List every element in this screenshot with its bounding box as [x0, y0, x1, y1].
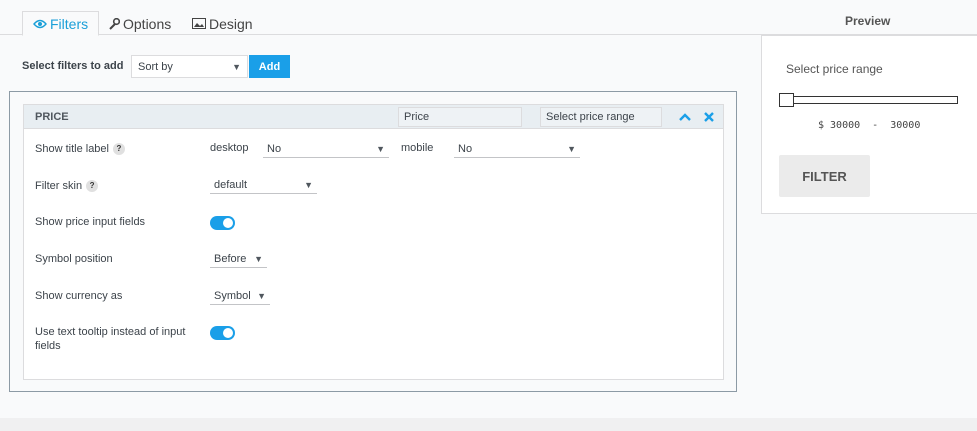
caret-down-icon: ▼: [232, 61, 241, 72]
tab-label: Design: [209, 15, 253, 32]
footer-band: [0, 418, 977, 431]
preview-title: Preview: [845, 14, 891, 28]
tab-label: Filters: [50, 15, 89, 32]
row-label-text: Filter skin: [35, 180, 83, 192]
collapse-chevron-up-icon[interactable]: [678, 110, 692, 124]
toggle-knob: [223, 218, 233, 228]
filter-subtitle-input[interactable]: Select price range: [540, 107, 662, 127]
preview-range-label: Select price range: [786, 62, 883, 76]
price-slider-track[interactable]: [780, 96, 958, 104]
show-title-label-label: Show title label?: [35, 142, 125, 156]
tab-filters[interactable]: Filters: [22, 11, 100, 36]
tab-label: Options: [123, 15, 172, 32]
help-icon[interactable]: ?: [113, 143, 125, 155]
currency-display-value: Symbol: [214, 289, 251, 302]
currency-display-select[interactable]: Symbol ▼: [210, 287, 270, 305]
text-tooltip-toggle[interactable]: [210, 326, 235, 340]
show-price-inputs-toggle[interactable]: [210, 216, 235, 230]
add-filter-button[interactable]: Add: [249, 55, 290, 78]
select-filters-label: Select filters to add: [22, 60, 124, 72]
mobile-label: mobile: [401, 142, 434, 154]
toggle-knob: [223, 328, 233, 338]
row-label-text: Show title label: [35, 143, 109, 155]
eye-icon: [33, 19, 47, 29]
tab-design[interactable]: Design: [192, 11, 253, 36]
tab-options[interactable]: Options: [108, 11, 171, 36]
symbol-position-value: Before: [214, 252, 247, 265]
remove-filter-close-icon[interactable]: [702, 110, 716, 124]
mobile-title-value: No: [458, 142, 473, 155]
filter-skin-value: default: [214, 178, 248, 191]
text-tooltip-label: Use text tooltip instead of input fields: [35, 326, 186, 352]
symbol-position-label: Symbol position: [35, 253, 113, 265]
mobile-title-select[interactable]: No ▼: [454, 140, 580, 158]
filter-button[interactable]: FILTER: [779, 155, 870, 197]
image-icon: [192, 18, 206, 29]
filter-title-input[interactable]: Price: [398, 107, 522, 127]
filter-type-select[interactable]: Sort by ▼: [131, 55, 248, 78]
desktop-label: desktop: [210, 142, 249, 154]
tab-bar: Filters Options Design: [0, 0, 977, 36]
help-icon[interactable]: ?: [86, 180, 99, 192]
symbol-position-select[interactable]: Before ▼: [210, 250, 267, 268]
price-range-readout: $ 30000 - 30000: [818, 120, 921, 131]
caret-down-icon: ▼: [376, 143, 385, 154]
show-price-inputs-label: Show price input fields: [35, 216, 146, 228]
desktop-title-value: No: [267, 142, 282, 155]
filter-skin-label: Filter skin?: [35, 179, 99, 193]
show-currency-as-label: Show currency as: [35, 290, 123, 302]
price-panel-title: PRICE: [35, 111, 69, 123]
wrench-icon: [108, 17, 120, 30]
caret-down-icon: ▼: [304, 179, 313, 190]
caret-down-icon: ▼: [254, 253, 263, 264]
filter-type-value: Sort by: [138, 60, 173, 73]
caret-down-icon: ▼: [257, 290, 266, 301]
caret-down-icon: ▼: [567, 143, 576, 154]
price-slider-handle[interactable]: [779, 93, 794, 107]
desktop-title-select[interactable]: No ▼: [263, 140, 389, 158]
filter-skin-select[interactable]: default ▼: [210, 176, 317, 194]
